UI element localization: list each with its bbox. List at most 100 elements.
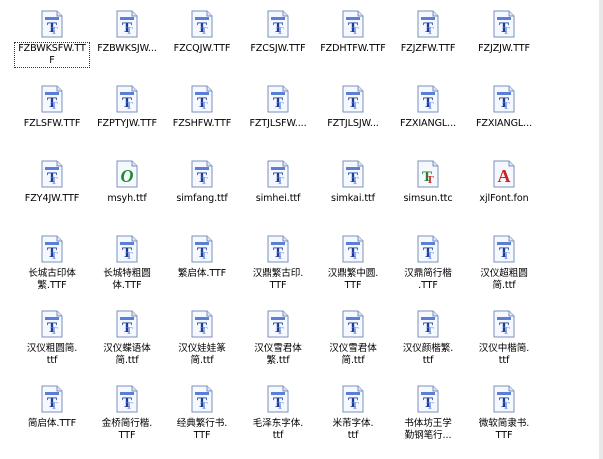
file-item[interactable]: A xjlFont.fon bbox=[466, 160, 542, 205]
svg-text:T: T bbox=[351, 325, 359, 337]
file-item[interactable]: T T 汉仪雪君体 繁.ttf bbox=[240, 310, 316, 367]
file-item[interactable]: T T 汉鼎繁中圆. TTF bbox=[315, 235, 391, 292]
file-item[interactable]: T T FZCQJW.TTF bbox=[164, 10, 240, 55]
file-label: 汉鼎繁古印. TTF bbox=[252, 268, 304, 291]
file-item[interactable]: T T 长城特粗圆 体.TTF bbox=[89, 235, 165, 292]
file-label: FZDHTFW.TTF bbox=[320, 43, 386, 54]
truetype-font-icon: T T bbox=[114, 310, 140, 338]
svg-text:T: T bbox=[276, 400, 284, 412]
file-label: 汉仪雪君体 简.ttf bbox=[329, 343, 377, 366]
truetype-font-icon: T T bbox=[340, 310, 366, 338]
file-item[interactable]: T T simfang.ttf bbox=[164, 160, 240, 205]
file-item[interactable]: T T 书体坊王学 勤钢笔行... bbox=[390, 385, 466, 442]
file-item[interactable]: T T 汉仪颜楷繁. ttf bbox=[390, 310, 466, 367]
truetype-font-icon: T T bbox=[189, 10, 215, 38]
file-item[interactable]: T T 经典繁行书. TTF bbox=[164, 385, 240, 442]
file-item[interactable]: T T 汉鼎简行楷 .TTF bbox=[390, 235, 466, 292]
file-item[interactable]: T T FZLSFW.TTF bbox=[14, 85, 90, 130]
svg-text:T: T bbox=[276, 175, 284, 187]
svg-text:A: A bbox=[498, 166, 511, 186]
truetype-font-icon: T T bbox=[39, 310, 65, 338]
truetype-font-icon: T T bbox=[340, 160, 366, 188]
file-label: FZCQJW.TTF bbox=[173, 43, 231, 54]
file-label: xjlFont.fon bbox=[479, 193, 529, 204]
file-item[interactable]: T T FZJZFW.TTF bbox=[390, 10, 466, 55]
file-item[interactable]: T T 米芾字体. ttf bbox=[315, 385, 391, 442]
svg-text:T: T bbox=[276, 325, 284, 337]
file-item[interactable]: T T simsun.ttc bbox=[390, 160, 466, 205]
file-item[interactable]: T T FZPTYJW.TTF bbox=[89, 85, 165, 130]
file-label: simsun.ttc bbox=[403, 193, 453, 204]
file-item[interactable]: T T FZDHTFW.TTF bbox=[315, 10, 391, 55]
svg-text:T: T bbox=[426, 325, 434, 337]
svg-text:T: T bbox=[50, 250, 58, 262]
file-item[interactable]: T T 汉仪粗圆简. ttf bbox=[14, 310, 90, 367]
file-item[interactable]: T T FZBWKSFW.TT F bbox=[14, 10, 90, 68]
file-item[interactable]: T T 汉仪中楷简. ttf bbox=[466, 310, 542, 367]
truetype-font-icon: T T bbox=[39, 385, 65, 413]
file-item[interactable]: T T 长城古印体 繁.TTF bbox=[14, 235, 90, 292]
file-item[interactable]: T T 微软简隶书. TTF bbox=[466, 385, 542, 442]
file-label: 毛泽东字体. ttf bbox=[252, 418, 304, 441]
file-label: FZY4JW.TTF bbox=[24, 193, 80, 204]
file-item[interactable]: T T 汉仪雪君体 简.ttf bbox=[315, 310, 391, 367]
truetype-font-icon: T T bbox=[39, 10, 65, 38]
svg-text:T: T bbox=[50, 25, 58, 37]
svg-text:T: T bbox=[351, 25, 359, 37]
truetype-font-icon: T T bbox=[491, 10, 517, 38]
svg-text:T: T bbox=[125, 100, 133, 112]
truetype-font-icon: T T bbox=[114, 385, 140, 413]
file-item[interactable]: T T FZJZJW.TTF bbox=[466, 10, 542, 55]
file-label: 汉仪蝶语体 简.ttf bbox=[103, 343, 151, 366]
file-label: simkai.ttf bbox=[331, 193, 375, 204]
file-item[interactable]: T T 简启体.TTF bbox=[14, 385, 90, 430]
file-label: FZSHFW.TTF bbox=[172, 118, 232, 129]
file-item[interactable]: T T simhei.ttf bbox=[240, 160, 316, 205]
file-item[interactable]: T T FZY4JW.TTF bbox=[14, 160, 90, 205]
truetype-font-icon: T T bbox=[491, 235, 517, 263]
svg-text:O: O bbox=[121, 166, 134, 186]
file-item[interactable]: T T FZXIANGL... bbox=[466, 85, 542, 130]
file-item[interactable]: O msyh.ttf bbox=[89, 160, 165, 205]
truetype-font-icon: T T bbox=[415, 385, 441, 413]
truetype-font-icon: T T bbox=[265, 385, 291, 413]
file-label: 汉仪颜楷繁. ttf bbox=[402, 343, 454, 366]
svg-text:T: T bbox=[276, 100, 284, 112]
svg-text:T: T bbox=[351, 100, 359, 112]
file-item[interactable]: T T FZSHFW.TTF bbox=[164, 85, 240, 130]
file-item[interactable]: T T 毛泽东字体. ttf bbox=[240, 385, 316, 442]
file-label: msyh.ttf bbox=[107, 193, 147, 204]
file-label: 经典繁行书. TTF bbox=[176, 418, 228, 441]
file-label: 汉鼎简行楷 .TTF bbox=[404, 268, 452, 291]
file-item[interactable]: T T FZCSJW.TTF bbox=[240, 10, 316, 55]
file-item[interactable]: T T 金桥简行楷. TTF bbox=[89, 385, 165, 442]
file-label: simhei.ttf bbox=[255, 193, 301, 204]
file-item[interactable]: T T 繁启体.TTF bbox=[164, 235, 240, 280]
truetype-font-icon: T T bbox=[265, 235, 291, 263]
file-label: 汉仪娃娃篆 简.ttf bbox=[178, 343, 226, 366]
file-item[interactable]: T T FZXIANGL... bbox=[390, 85, 466, 130]
file-label: FZJZFW.TTF bbox=[400, 43, 456, 54]
file-item[interactable]: T T simkai.ttf bbox=[315, 160, 391, 205]
file-item[interactable]: T T FZTJLSFW.... bbox=[240, 85, 316, 130]
truetype-font-icon: T T bbox=[415, 10, 441, 38]
file-item[interactable]: T T FZBWKSJW... bbox=[89, 10, 165, 55]
truetype-font-icon: T T bbox=[189, 235, 215, 263]
svg-text:T: T bbox=[351, 175, 359, 187]
scrollbar[interactable] bbox=[599, 0, 603, 459]
file-label: FZBWKSJW... bbox=[97, 43, 157, 54]
file-item[interactable]: T T 汉仪蝶语体 简.ttf bbox=[89, 310, 165, 367]
file-label: 汉仪雪君体 繁.ttf bbox=[254, 343, 302, 366]
file-item[interactable]: T T 汉仪超粗圆 简.ttf bbox=[466, 235, 542, 292]
file-label: simfang.ttf bbox=[176, 193, 228, 204]
file-label: 汉仪超粗圆 简.ttf bbox=[480, 268, 528, 291]
file-item[interactable]: T T 汉鼎繁古印. TTF bbox=[240, 235, 316, 292]
raster-font-icon: A bbox=[491, 160, 517, 188]
file-label: 汉仪中楷简. ttf bbox=[478, 343, 530, 366]
file-item[interactable]: T T FZTJLSJW... bbox=[315, 85, 391, 130]
truetype-font-icon: T T bbox=[189, 310, 215, 338]
file-label: FZLSFW.TTF bbox=[23, 118, 81, 129]
svg-text:T: T bbox=[502, 400, 510, 412]
file-item[interactable]: T T 汉仪娃娃篆 简.ttf bbox=[164, 310, 240, 367]
file-label: 汉仪粗圆简. ttf bbox=[26, 343, 78, 366]
